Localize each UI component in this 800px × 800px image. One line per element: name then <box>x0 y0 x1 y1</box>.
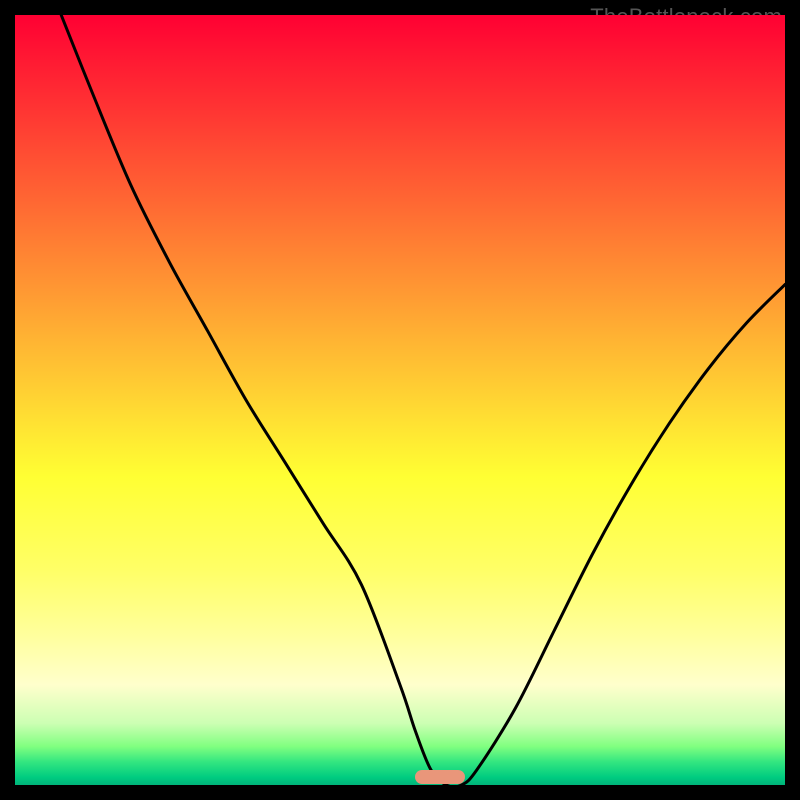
chart-frame: TheBottleneck.com <box>0 0 800 800</box>
bottleneck-curve <box>15 15 785 785</box>
min-marker <box>415 770 465 784</box>
plot-area <box>15 15 785 785</box>
